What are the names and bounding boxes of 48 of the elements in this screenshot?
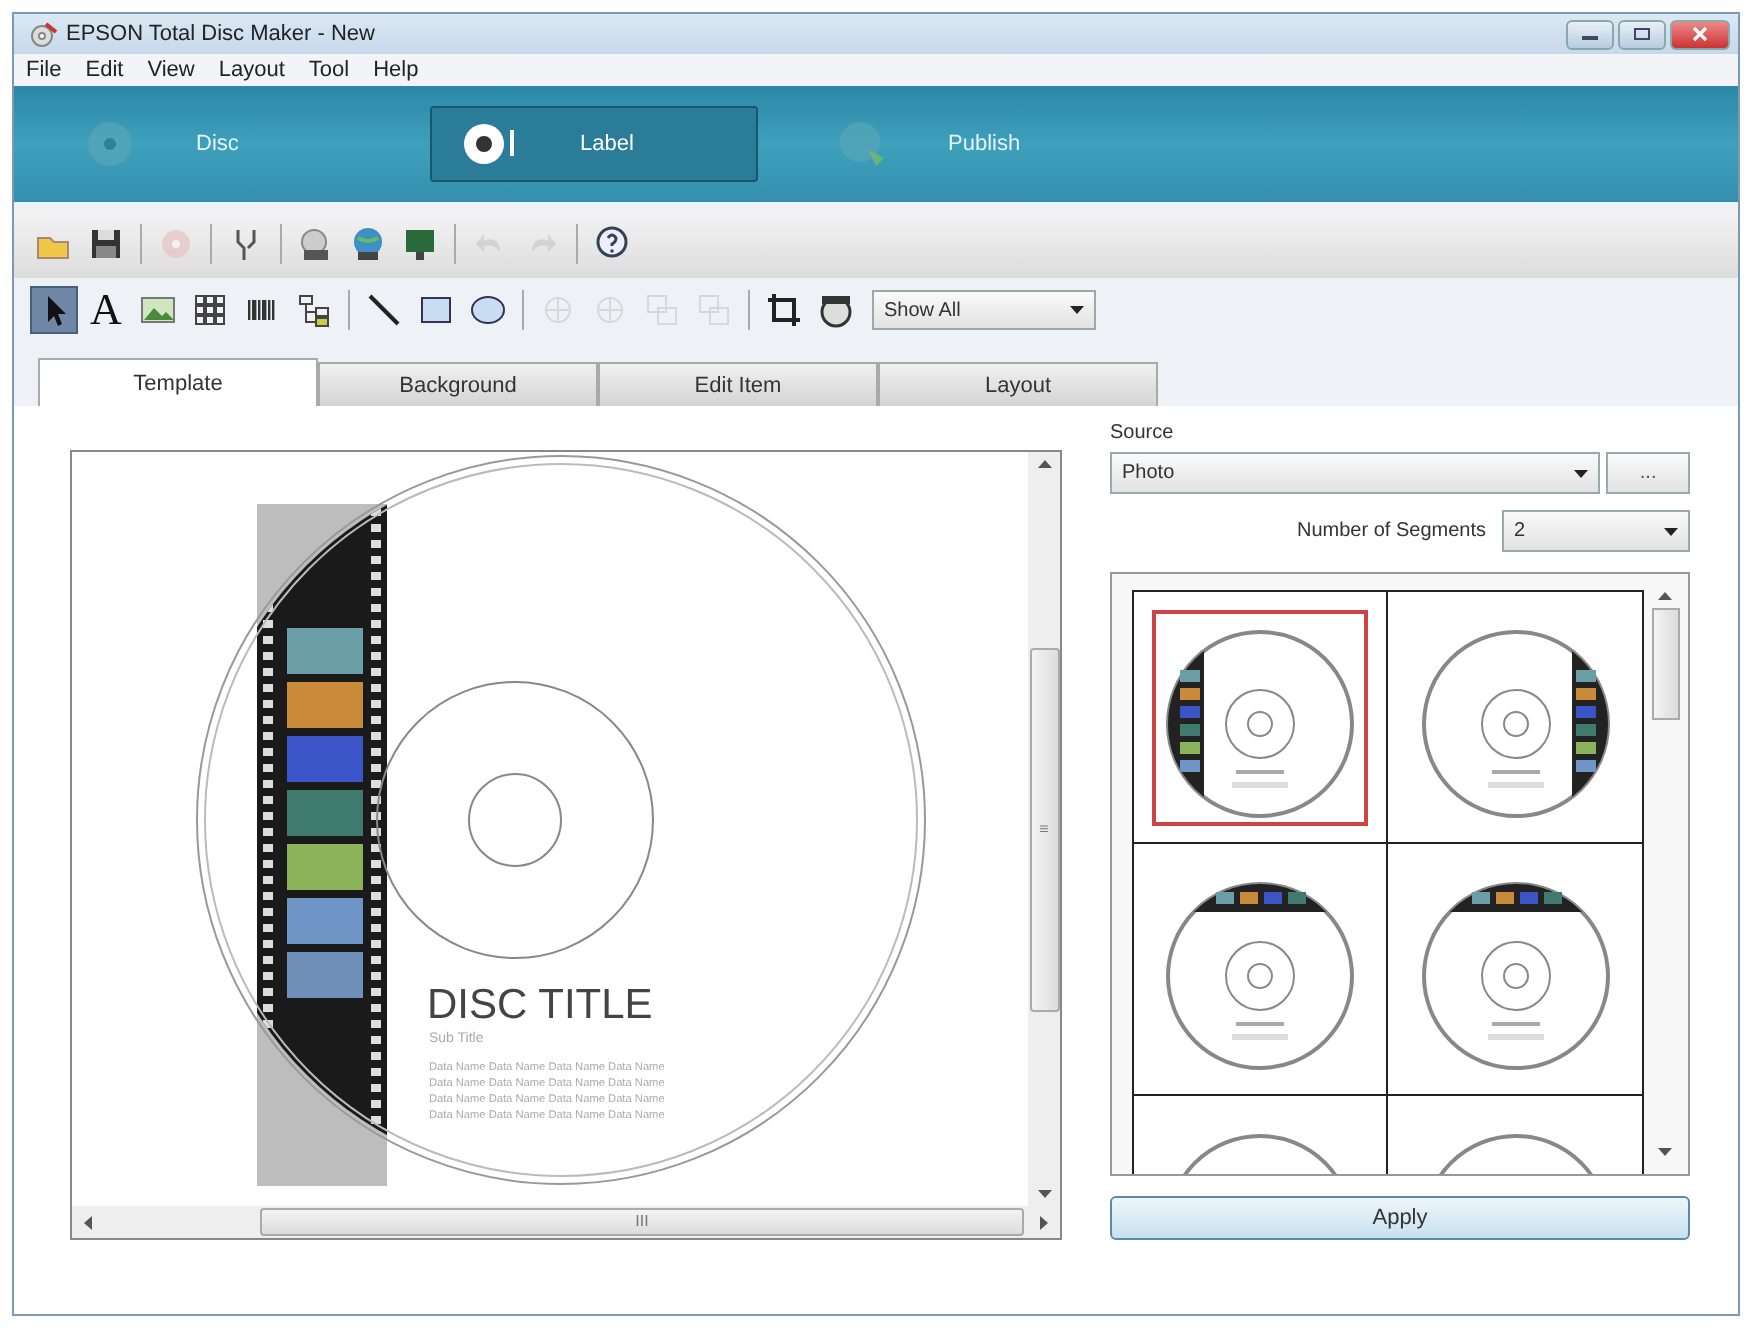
vertical-scrollbar[interactable]: ≡ bbox=[1028, 452, 1060, 1206]
close-button[interactable] bbox=[1670, 19, 1730, 49]
app-icon bbox=[30, 20, 58, 48]
menu-item[interactable]: Tool bbox=[308, 58, 350, 82]
text-tool-button[interactable]: A bbox=[82, 286, 130, 334]
segments-dropdown[interactable]: 2 bbox=[1502, 510, 1690, 552]
window-title: EPSON Total Disc Maker - New bbox=[66, 22, 375, 46]
scrollbar-thumb[interactable]: ≡ bbox=[1029, 648, 1059, 1012]
disc-center-hole bbox=[468, 773, 562, 867]
disc-icon bbox=[84, 118, 136, 170]
template-thumbnail[interactable] bbox=[1134, 592, 1388, 844]
menu-item[interactable]: File bbox=[26, 58, 62, 82]
mode-tab[interactable]: Label bbox=[430, 106, 758, 182]
source-dropdown[interactable]: Photo bbox=[1110, 452, 1601, 494]
template-thumbnail[interactable] bbox=[1134, 844, 1388, 1096]
tab[interactable]: Background bbox=[318, 362, 598, 406]
disc-title-text: DISC TITLE bbox=[427, 982, 653, 1028]
apply-button[interactable]: Apply bbox=[1110, 1196, 1690, 1240]
scroll-right-icon bbox=[1040, 1215, 1048, 1229]
disc-pen-icon bbox=[460, 118, 520, 170]
scrollbar-thumb[interactable] bbox=[1651, 608, 1679, 720]
scroll-left-icon bbox=[84, 1215, 92, 1229]
tab[interactable]: Template bbox=[38, 358, 318, 406]
close-icon bbox=[1690, 26, 1710, 42]
disc-arrow-icon bbox=[836, 118, 888, 170]
source-label: Source bbox=[1110, 422, 1176, 444]
menu-item[interactable]: Help bbox=[373, 58, 419, 82]
horizontal-scrollbar[interactable]: III bbox=[72, 1206, 1060, 1238]
dropdown-arrow-icon bbox=[1664, 527, 1678, 535]
browse-button[interactable]: ... bbox=[1606, 452, 1690, 494]
scroll-up-icon bbox=[1037, 460, 1051, 468]
pointer-icon[interactable] bbox=[30, 286, 78, 334]
minimize-button[interactable] bbox=[1566, 19, 1614, 49]
tab[interactable]: Edit Item bbox=[598, 362, 878, 406]
maximize-icon bbox=[1632, 26, 1652, 42]
scroll-down-icon bbox=[1658, 1148, 1672, 1156]
menu-item[interactable]: View bbox=[147, 58, 195, 82]
menu-item[interactable]: Edit bbox=[85, 58, 124, 82]
view-dropdown[interactable]: Show All bbox=[872, 290, 1096, 330]
segments-label: Number of Segments bbox=[1297, 520, 1486, 542]
dropdown-arrow-icon bbox=[1070, 306, 1084, 314]
scrollbar-thumb[interactable]: III bbox=[260, 1208, 1024, 1236]
menu-item[interactable]: Layout bbox=[218, 58, 285, 82]
tab[interactable]: Layout bbox=[878, 362, 1158, 406]
scroll-down-icon bbox=[1037, 1190, 1051, 1198]
dropdown-arrow-icon bbox=[1574, 469, 1589, 477]
scroll-up-icon bbox=[1658, 592, 1672, 600]
maximize-button[interactable] bbox=[1618, 19, 1666, 49]
